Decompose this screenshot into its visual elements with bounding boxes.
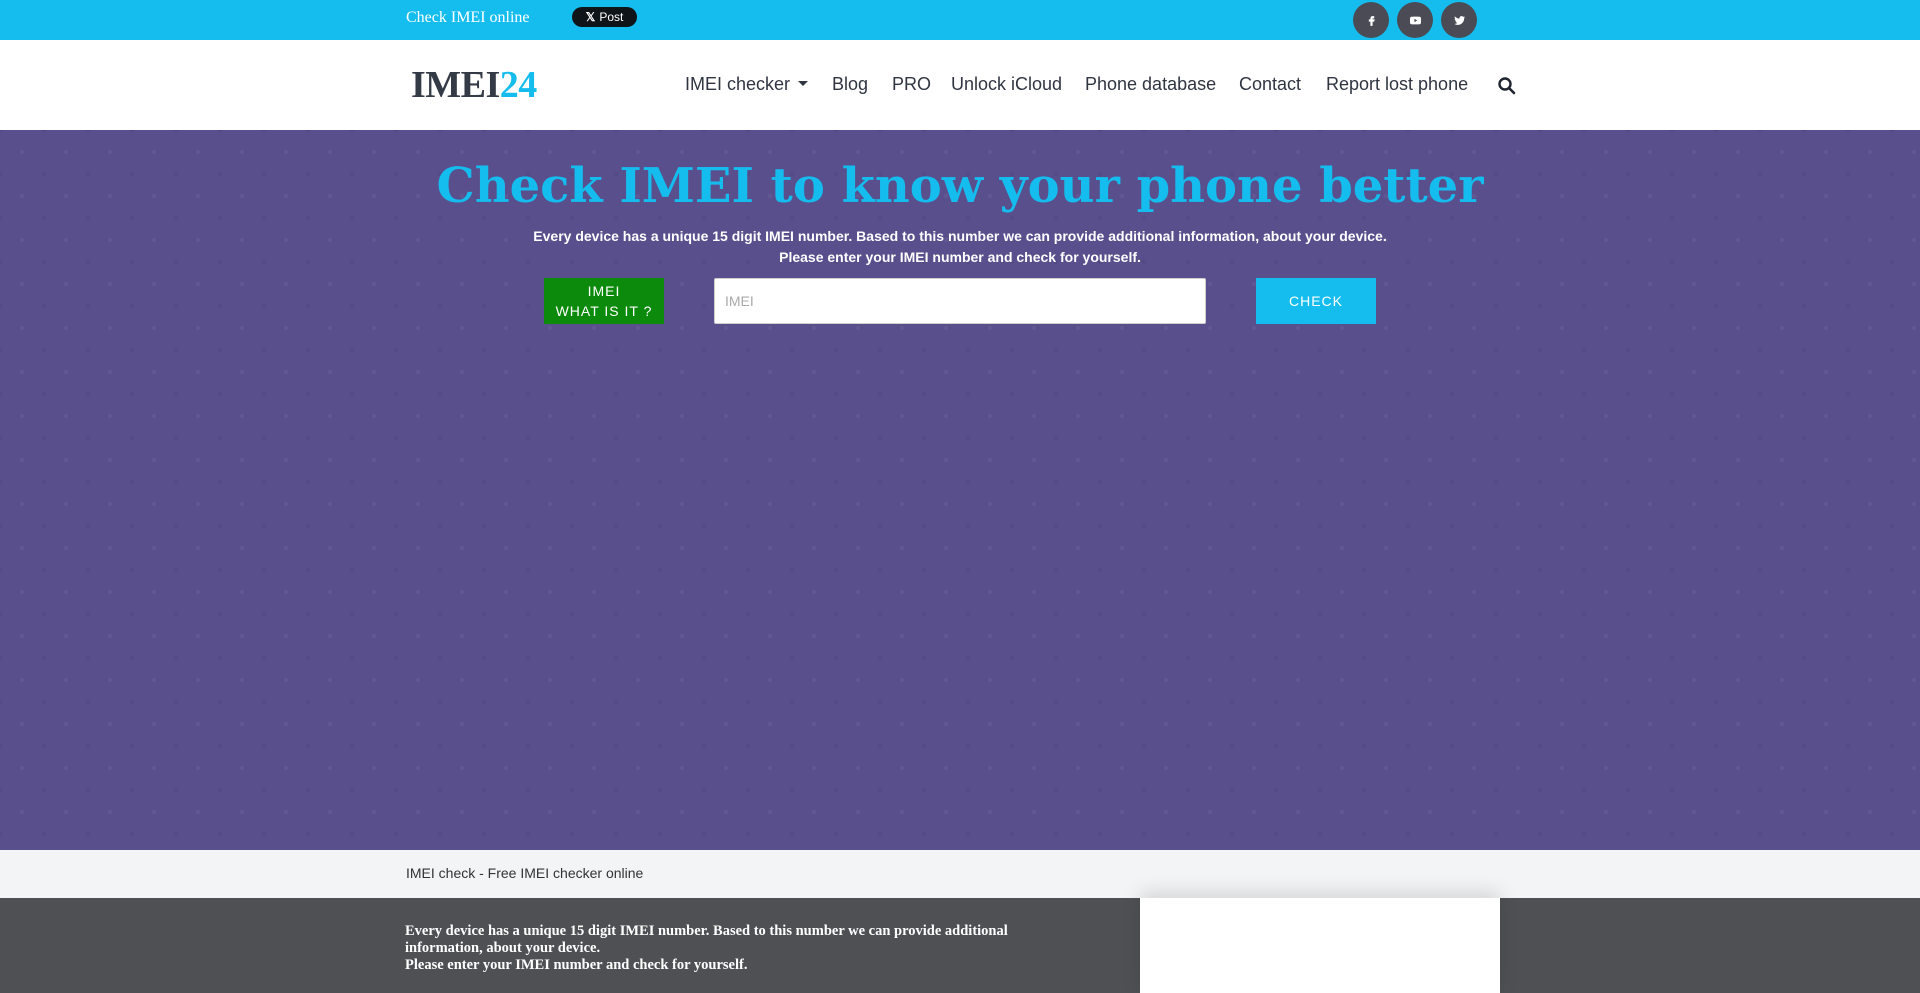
- youtube-icon[interactable]: [1397, 2, 1433, 38]
- x-post-label: Post: [599, 10, 624, 24]
- hero-subtitle-line1: Every device has a unique 15 digit IMEI …: [533, 228, 1387, 244]
- nav-phone-database[interactable]: Phone database: [1085, 74, 1216, 95]
- nav-unlock-icloud[interactable]: Unlock iCloud: [951, 74, 1062, 95]
- info-text: Every device has a unique 15 digit IMEI …: [405, 923, 1065, 974]
- twitter-icon[interactable]: [1441, 2, 1477, 38]
- logo-text-24: 24: [499, 64, 538, 106]
- info-text-line2: Please enter your IMEI number and check …: [405, 957, 748, 973]
- top-bar: Check IMEI online 𝕏 Post: [0, 0, 1920, 40]
- facebook-icon[interactable]: [1353, 2, 1389, 38]
- x-logo-icon: 𝕏: [585, 10, 596, 24]
- check-button[interactable]: CHECK: [1256, 278, 1376, 324]
- hero-subtitle-line2: Please enter your IMEI number and check …: [779, 249, 1141, 265]
- what-button-line2: WHAT IS IT ?: [555, 303, 653, 319]
- info-text-line1: Every device has a unique 15 digit IMEI …: [405, 923, 1008, 956]
- what-button-line1: IMEI: [587, 283, 621, 299]
- nav-imei-checker-label: IMEI checker: [685, 74, 791, 94]
- site-logo[interactable]: IMEI24: [411, 63, 537, 107]
- info-section: Every device has a unique 15 digit IMEI …: [0, 898, 1920, 993]
- nav-blog[interactable]: Blog: [832, 74, 868, 95]
- search-icon[interactable]: [1497, 76, 1517, 96]
- x-post-button[interactable]: 𝕏 Post: [572, 7, 637, 27]
- side-card: [1140, 898, 1500, 993]
- logo-text-imei: IMEI: [411, 64, 500, 106]
- breadcrumb: IMEI check - Free IMEI checker online: [406, 865, 644, 881]
- nav-contact[interactable]: Contact: [1239, 74, 1301, 95]
- hero-title: Check IMEI to know your phone better: [436, 158, 1484, 214]
- breadcrumb-bar: IMEI check - Free IMEI checker online: [0, 850, 1920, 898]
- imei-what-is-it-button[interactable]: IMEI WHAT IS IT ?: [544, 278, 664, 324]
- imei-input[interactable]: [714, 278, 1206, 324]
- hero-section: Check IMEI to know your phone better Eve…: [0, 130, 1920, 850]
- site-header: IMEI24 IMEI checker Blog PRO Unlock iClo…: [0, 40, 1920, 130]
- topbar-tagline: Check IMEI online: [406, 9, 530, 26]
- nav-report-lost-phone[interactable]: Report lost phone: [1326, 74, 1468, 95]
- chevron-down-icon: [798, 81, 809, 86]
- nav-pro[interactable]: PRO: [892, 74, 931, 95]
- nav-imei-checker[interactable]: IMEI checker: [685, 74, 809, 95]
